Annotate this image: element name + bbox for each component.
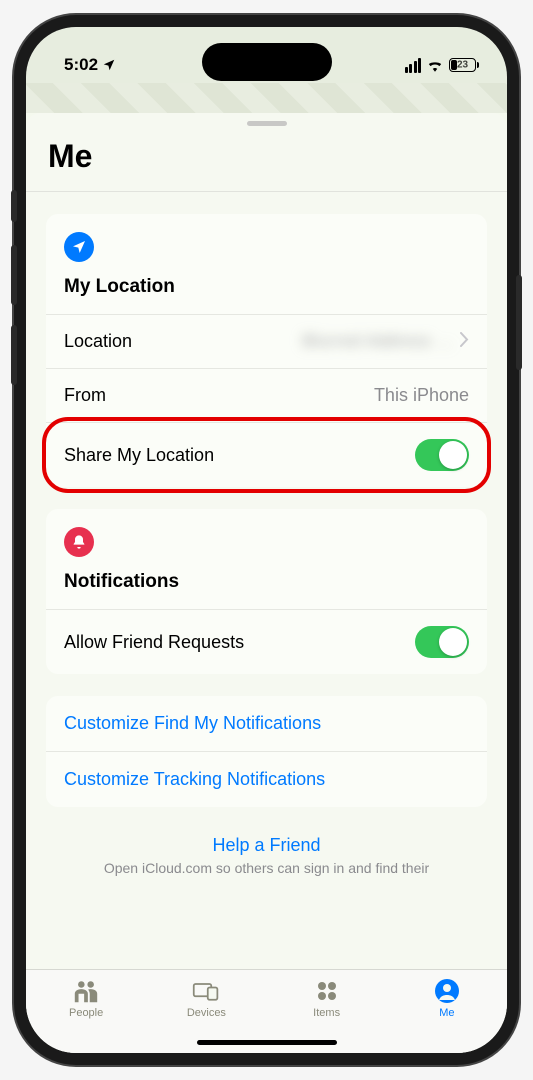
items-icon [313,978,341,1004]
location-row[interactable]: Location Blurred Address … [46,314,487,368]
share-my-location-row[interactable]: Share My Location [46,422,487,487]
allow-friend-requests-label: Allow Friend Requests [64,632,244,653]
my-location-card: My Location Location Blurred Address … F… [46,214,487,487]
volume-down-button [11,325,17,385]
tab-label: Items [313,1007,340,1019]
bell-icon [64,527,94,557]
notifications-title: Notifications [64,571,469,605]
tab-people[interactable]: People [26,978,146,1019]
tab-me[interactable]: Me [387,978,507,1019]
location-arrow-icon [64,232,94,262]
from-label: From [64,385,106,406]
battery-icon: 23 [449,58,479,72]
home-indicator[interactable] [197,1040,337,1045]
my-location-title: My Location [64,276,469,310]
allow-friend-requests-toggle[interactable] [415,626,469,658]
wifi-icon [426,58,444,72]
dynamic-island [202,43,332,81]
sheet-title: Me [26,136,507,191]
map-background [26,83,507,113]
share-my-location-toggle[interactable] [415,439,469,471]
cellular-signal-icon [405,58,422,73]
help-text: Open iCloud.com so others can sign in an… [66,860,467,876]
customize-findmy-link[interactable]: Customize Find My Notifications [46,696,487,751]
from-row[interactable]: From This iPhone [46,368,487,422]
person-circle-icon [433,978,461,1004]
location-value: Blurred Address … [303,333,454,351]
sheet-grabber[interactable] [247,121,287,126]
sheet-content: My Location Location Blurred Address … F… [26,192,507,969]
allow-friend-requests-row[interactable]: Allow Friend Requests [46,609,487,674]
from-value: This iPhone [374,385,469,406]
location-label: Location [64,331,132,352]
status-time: 5:02 [64,55,98,75]
tab-label: Me [439,1007,454,1019]
customize-links-card: Customize Find My Notifications Customiz… [46,696,487,807]
customize-tracking-link[interactable]: Customize Tracking Notifications [46,751,487,807]
help-section: Help a Friend Open iCloud.com so others … [46,829,487,886]
location-services-icon [102,58,116,72]
help-a-friend-link[interactable]: Help a Friend [66,835,467,856]
tab-label: Devices [187,1007,226,1019]
screen: 5:02 23 [26,27,507,1053]
chevron-right-icon [460,331,469,352]
phone-frame: 5:02 23 [14,15,519,1065]
tab-label: People [69,1007,103,1019]
notifications-card: Notifications Allow Friend Requests [46,509,487,674]
volume-up-button [11,245,17,305]
devices-icon [192,978,220,1004]
power-button [516,275,522,370]
share-my-location-label: Share My Location [64,445,214,466]
silent-switch [11,190,17,222]
people-icon [72,978,100,1004]
tab-items[interactable]: Items [267,978,387,1019]
me-sheet: Me My Location Location Blurred Address [26,113,507,1053]
tab-devices[interactable]: Devices [146,978,266,1019]
